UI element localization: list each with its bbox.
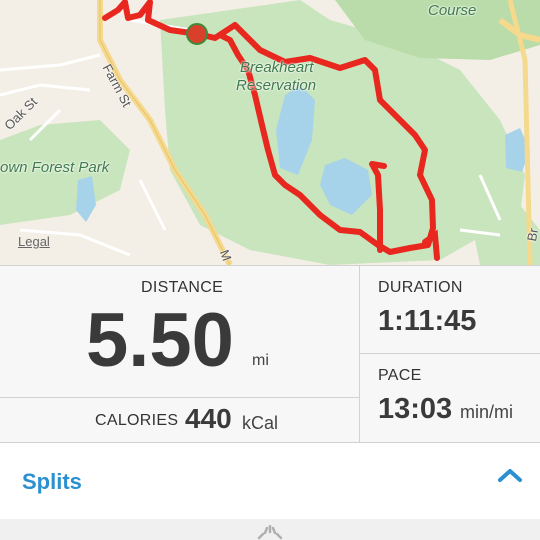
stats-divider-left xyxy=(0,397,359,398)
course-label: Course xyxy=(428,2,477,19)
workout-summary-screen: Breakheart Reservation own Forest Park C… xyxy=(0,0,540,540)
distance-value: 5.50 xyxy=(86,298,234,383)
distance-unit: mi xyxy=(252,352,269,369)
pace-value: 13:03 xyxy=(378,393,453,425)
stats-panel: DISTANCE 5.50 mi CALORIES 440 kCal DURAT… xyxy=(0,265,540,444)
map-canvas xyxy=(0,0,540,265)
distance-label: DISTANCE xyxy=(141,279,224,296)
legal-link[interactable]: Legal xyxy=(18,235,50,248)
calories-value: 440 xyxy=(185,403,232,434)
spinner-icon xyxy=(257,525,283,540)
splits-header[interactable]: Splits xyxy=(0,443,540,519)
pace-unit: min/mi xyxy=(460,402,513,422)
park-label-line2: Reservation xyxy=(236,77,317,94)
duration-value: 1:11:45 xyxy=(378,305,477,337)
pace-label: PACE xyxy=(378,367,422,384)
stats-divider-vertical xyxy=(359,266,360,444)
calories-unit: kCal xyxy=(242,413,279,433)
splits-label: Splits xyxy=(22,469,82,494)
calories-label: CALORIES xyxy=(95,412,179,429)
street-label-br: Br xyxy=(524,227,540,243)
stats-divider-right xyxy=(359,353,540,354)
duration-label: DURATION xyxy=(378,279,463,296)
chevron-up-icon[interactable] xyxy=(497,467,523,483)
forest-park-label: own Forest Park xyxy=(0,159,110,176)
start-marker-icon xyxy=(186,23,208,45)
park-label-line1: Breakheart xyxy=(240,59,314,76)
route-map[interactable]: Breakheart Reservation own Forest Park C… xyxy=(0,0,540,265)
